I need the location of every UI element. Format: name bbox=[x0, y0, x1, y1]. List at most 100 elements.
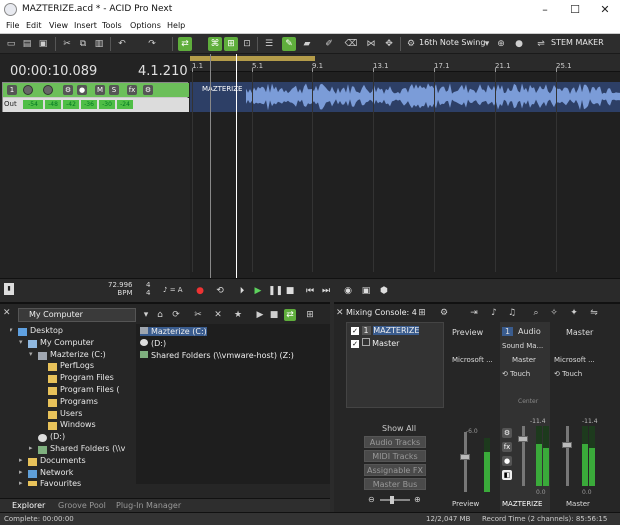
tree-item[interactable]: Favourites bbox=[40, 479, 81, 486]
mixer-settings-icon[interactable]: ⚙ bbox=[438, 307, 450, 319]
preview-fader[interactable] bbox=[460, 454, 470, 460]
automation-icon[interactable]: ⚙ bbox=[63, 85, 73, 95]
stem-maker-icon[interactable]: ⇌ bbox=[534, 37, 548, 51]
tree-expander-icon[interactable]: ▾ bbox=[29, 350, 33, 358]
loop-start-marker[interactable] bbox=[210, 54, 211, 294]
filter-assignable-fx-button[interactable]: Assignable FX bbox=[364, 464, 426, 476]
track-header-mazterize[interactable]: 1 ⚙ ● M S fx ⚙ -54 -48 -42 -36 -30 -24 bbox=[2, 82, 189, 112]
play-from-start-icon[interactable]: ⏵ bbox=[236, 285, 248, 297]
eq-icon[interactable]: ⚙ bbox=[502, 428, 512, 438]
insert-icon[interactable]: ⇥ bbox=[468, 307, 480, 319]
zoom-slider[interactable]: ⊖ ⊕ bbox=[368, 495, 424, 505]
fx-icon[interactable]: fx bbox=[127, 85, 137, 95]
file-list-item[interactable]: Mazterize (C:) bbox=[140, 327, 207, 336]
tab-groove-pool[interactable]: Groove Pool bbox=[58, 501, 106, 510]
close-button[interactable]: ✕ bbox=[590, 0, 620, 20]
file-list-item[interactable]: Shared Folders (\\vmware-host) (Z:) bbox=[140, 351, 294, 360]
mute-icon[interactable]: M bbox=[95, 85, 105, 95]
filter-midi-tracks-button[interactable]: MIDI Tracks bbox=[364, 450, 426, 462]
paint-tool-icon[interactable]: ▰ bbox=[300, 37, 314, 51]
cut-icon[interactable]: ✂ bbox=[192, 309, 204, 321]
cut-icon[interactable]: ✂ bbox=[60, 37, 74, 51]
lock-icon[interactable]: ⊡ bbox=[240, 37, 254, 51]
pause-icon[interactable]: ❚❚ bbox=[268, 285, 283, 297]
envelope-tool-icon[interactable]: ⋈ bbox=[364, 37, 378, 51]
eraser-tool-icon[interactable]: ⌫ bbox=[344, 37, 358, 51]
tree-item[interactable]: Users bbox=[60, 409, 82, 418]
timeline-pane[interactable]: 1.1 5.1 9.1 13.1 17.1 21.1 25.1 MAZTERIZE bbox=[190, 54, 620, 294]
tree-expander-icon[interactable]: ▸ bbox=[19, 468, 23, 476]
grid-spacing-dropdown[interactable]: 16th Note Swing bbox=[419, 38, 485, 47]
dropdown-chevron-icon[interactable]: ▾ bbox=[140, 309, 152, 321]
tab-explorer[interactable]: Explorer bbox=[12, 501, 45, 510]
normal-tool-icon[interactable]: ☰ bbox=[262, 37, 276, 51]
menu-edit[interactable]: Edit bbox=[26, 21, 42, 30]
mixer-layout-icon[interactable]: ⊞ bbox=[416, 307, 428, 319]
filter-audio-tracks-button[interactable]: Audio Tracks bbox=[364, 436, 426, 448]
undo-icon[interactable]: ↶ bbox=[115, 37, 129, 51]
tree-item[interactable]: (D:) bbox=[50, 432, 65, 441]
audio-bus-icon[interactable]: ♪ bbox=[488, 307, 500, 319]
favorite-icon[interactable]: ★ bbox=[232, 309, 244, 321]
channel-device[interactable]: Microsoft ... bbox=[452, 356, 493, 364]
wrench-icon[interactable]: ✧ bbox=[548, 307, 560, 319]
playhead-cursor[interactable] bbox=[236, 54, 237, 294]
mixer-list-item-mazterize[interactable]: ✓ 1 MAZTERIZE bbox=[351, 326, 420, 335]
copy-icon[interactable]: ⧉ bbox=[76, 37, 90, 51]
draw-tool-icon[interactable]: ✎ bbox=[282, 37, 296, 51]
open-icon[interactable]: ▤ bbox=[20, 37, 34, 51]
tree-item[interactable]: PerfLogs bbox=[60, 361, 94, 370]
beat-ruler[interactable]: 1.1 5.1 9.1 13.1 17.1 21.1 25.1 bbox=[190, 54, 620, 72]
minimize-button[interactable]: – bbox=[530, 0, 560, 20]
volume-knob[interactable] bbox=[23, 85, 33, 95]
pan-knob[interactable] bbox=[43, 85, 53, 95]
menu-tools[interactable]: Tools bbox=[102, 21, 122, 30]
grid-icon[interactable]: ⚙ bbox=[404, 37, 418, 51]
paste-icon[interactable]: ▥ bbox=[92, 37, 106, 51]
channel-device[interactable]: Microsoft ... bbox=[554, 356, 595, 364]
tree-item[interactable]: My Computer bbox=[40, 338, 94, 347]
tree-expander-icon[interactable]: ▾ bbox=[19, 338, 23, 346]
tree-expander-icon[interactable]: ▸ bbox=[19, 456, 23, 464]
filter-master-bus-button[interactable]: Master Bus bbox=[364, 478, 426, 490]
tree-expander-icon[interactable]: ▸ bbox=[19, 479, 23, 486]
tab-plugin-manager[interactable]: Plug-In Manager bbox=[116, 501, 181, 510]
delete-icon[interactable]: ✕ bbox=[212, 309, 224, 321]
select-tool-icon[interactable]: ✥ bbox=[382, 37, 396, 51]
view-icon[interactable]: ✦ bbox=[568, 307, 580, 319]
explorer-close-icon[interactable]: ✕ bbox=[3, 308, 11, 318]
views-icon[interactable]: ⊞ bbox=[304, 309, 316, 321]
tree-item[interactable]: Program Files bbox=[60, 373, 114, 382]
redo-icon[interactable]: ↷ bbox=[145, 37, 159, 51]
tree-item[interactable]: Network bbox=[40, 468, 73, 477]
fx-icon[interactable]: fx bbox=[502, 442, 512, 452]
record-icon[interactable]: ● bbox=[194, 285, 206, 297]
new-project-icon[interactable]: ▭ bbox=[4, 37, 18, 51]
channel-device[interactable]: Sound Ma... bbox=[502, 342, 543, 350]
file-list-item[interactable]: (D:) bbox=[140, 339, 166, 348]
bullet-icon[interactable]: ● bbox=[512, 37, 526, 51]
zoom-in-icon[interactable]: ⊕ bbox=[414, 495, 421, 504]
marker-icon[interactable]: ⬢ bbox=[378, 285, 390, 297]
tree-expander-icon[interactable]: ▾ bbox=[10, 326, 13, 334]
routing-icon[interactable]: ⇋ bbox=[588, 307, 600, 319]
time-signature[interactable]: 4 4 bbox=[146, 281, 150, 297]
tree-item[interactable]: Documents bbox=[40, 456, 86, 465]
track-fader[interactable] bbox=[518, 436, 528, 442]
auto-preview-icon[interactable]: ⇄ bbox=[284, 309, 296, 321]
save-icon[interactable]: ▣ bbox=[36, 37, 50, 51]
go-to-start-icon[interactable]: ⏮ bbox=[304, 285, 316, 297]
menu-help[interactable]: Help bbox=[167, 21, 185, 30]
explorer-path-dropdown[interactable]: My Computer bbox=[18, 308, 136, 322]
search-icon[interactable]: ⌕ bbox=[530, 307, 542, 319]
tree-expander-icon[interactable]: ▸ bbox=[29, 444, 33, 452]
play-preview-icon[interactable]: ▶ bbox=[254, 309, 266, 321]
split-icon[interactable]: ⊕ bbox=[494, 37, 508, 51]
midi-icon[interactable]: ♫ bbox=[506, 307, 518, 319]
tree-item[interactable]: Shared Folders (\\v bbox=[50, 444, 125, 453]
zoom-out-icon[interactable]: ⊖ bbox=[368, 495, 375, 504]
refresh-icon[interactable]: ⟳ bbox=[170, 309, 182, 321]
brush-tool-icon[interactable]: ✐ bbox=[322, 37, 336, 51]
folder-up-icon[interactable]: ⌂ bbox=[154, 309, 166, 321]
loop-region[interactable] bbox=[190, 56, 315, 61]
